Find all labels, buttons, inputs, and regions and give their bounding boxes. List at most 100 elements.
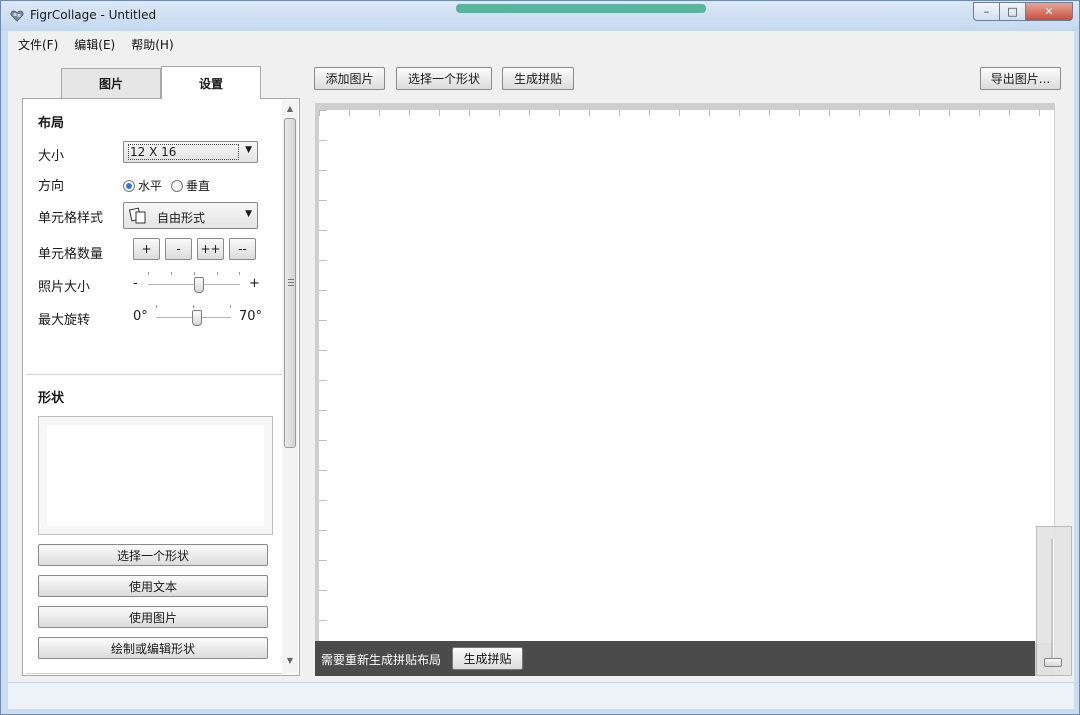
radio-unselected-icon [171,179,183,192]
select-shape-button[interactable]: 选择一个形状 [38,544,268,566]
menu-edit[interactable]: 编辑(E) [64,36,121,53]
chevron-down-icon: ▼ [245,145,252,155]
ruler-tick [319,590,327,591]
photo-size-label: 照片大小 [38,280,91,295]
slider-tick [217,272,218,275]
cell-count-increase-more-button[interactable]: ++ [197,238,224,260]
shape-preview-canvas [47,425,264,526]
cell-style-value: 自由形式 [157,211,206,225]
settings-panel: 布局 大小 12 X 16 ▼ 方向 水平 垂直 单元格样式 自由形式 ▼ 单元… [22,98,300,676]
orientation-vertical[interactable]: 垂直 [171,177,210,194]
scroll-down-icon[interactable]: ▼ [282,652,298,668]
status-bar [8,682,1074,709]
max-rotation-label: 最大旋转 [38,313,91,328]
panel-scrollbar[interactable]: ▲ ▼ [282,100,298,674]
ruler-tick [919,110,920,116]
window-controls: – □ ✕ [973,2,1073,21]
ruler-tick [799,110,800,116]
ruler-tick [649,110,650,116]
size-value: 12 X 16 [128,144,240,160]
cell-count-decrease-more-button[interactable]: -- [229,238,256,260]
ruler-tick [319,350,327,351]
ruler-tick [319,560,327,561]
cell-style-label: 单元格样式 [38,211,104,226]
window-title: FigrCollage - Untitled [30,8,157,22]
ruler-tick [469,110,470,116]
ruler-tick [409,110,410,116]
ruler-tick [319,260,327,261]
close-button[interactable]: ✕ [1026,2,1073,21]
draw-edit-shape-button[interactable]: 绘制或编辑形状 [38,637,268,659]
section-divider [26,673,282,674]
slider-tick [239,272,240,275]
ruler-tick [769,110,770,116]
rebuild-notice-bar: 需要重新生成拼贴布局 生成拼贴 [315,641,1035,676]
ruler-tick [319,410,327,411]
use-text-button[interactable]: 使用文本 [38,575,268,597]
ruler-tick [319,620,327,621]
maximize-button[interactable]: □ [1000,2,1026,21]
freeform-cells-icon [129,207,146,224]
menu-bar: 文件(F) 编辑(E) 帮助(H) [8,31,1074,57]
use-image-button[interactable]: 使用图片 [38,606,268,628]
ruler-tick [499,110,500,116]
ruler-tick [859,110,860,116]
ruler-tick [319,140,327,141]
size-select[interactable]: 12 X 16 ▼ [123,141,258,163]
max-rotation-min: 0° [133,309,148,324]
app-window: FigrCollage - Untitled – □ ✕ 文件(F) 编辑(E)… [0,0,1080,715]
scrollbar-thumb[interactable] [284,118,296,448]
zoom-slider-thumb[interactable] [1044,658,1062,667]
orientation-horizontal-label: 水平 [138,179,163,193]
add-photos-button[interactable]: 添加图片 [314,67,385,90]
ruler-tick [619,110,620,116]
cell-count-decrease-button[interactable]: - [165,238,192,260]
photo-size-slider-thumb[interactable] [193,277,204,293]
max-rotation-max: 70° [239,309,263,324]
ruler-tick [319,380,327,381]
tab-photos[interactable]: 图片 [61,68,161,98]
section-title-layout: 布局 [38,116,65,131]
slider-tick [156,305,157,308]
select-shape-toolbar-button[interactable]: 选择一个形状 [396,67,492,90]
orientation-vertical-label: 垂直 [186,179,211,193]
size-label: 大小 [38,149,65,164]
ruler-tick [319,530,327,531]
title-bar-glow [456,4,706,13]
ruler-tick [319,170,327,171]
menu-help[interactable]: 帮助(H) [121,36,179,53]
max-rotation-slider-thumb[interactable] [192,310,203,326]
ruler-tick [589,110,590,116]
orientation-horizontal[interactable]: 水平 [123,177,162,194]
app-heart-icon [10,10,24,22]
ruler-tick [439,110,440,116]
zoom-slider[interactable] [1051,539,1054,664]
ruler-tick [979,110,980,116]
slider-tick [171,272,172,275]
ruler-tick [949,110,950,116]
ruler-tick [379,110,380,116]
collage-canvas-area: 需要重新生成拼贴布局 生成拼贴 [315,103,1055,676]
ruler-tick [1009,110,1010,116]
rebuild-collage-button[interactable]: 生成拼贴 [452,647,523,670]
cell-count-label: 单元格数量 [38,247,104,262]
cell-count-increase-button[interactable]: + [133,238,160,260]
build-collage-button[interactable]: 生成拼贴 [502,67,574,90]
minimize-button[interactable]: – [973,2,1000,21]
menu-file[interactable]: 文件(F) [8,36,64,53]
radio-selected-icon [123,179,135,192]
client-area: 文件(F) 编辑(E) 帮助(H) 图片 设置 布局 大小 12 X 16 ▼ … [8,31,1074,709]
ruler-tick [319,200,327,201]
photo-size-min: - [133,276,138,291]
ruler-tick [709,110,710,116]
ruler-tick [319,320,327,321]
ruler-tick [529,110,530,116]
collage-canvas[interactable] [319,110,1054,643]
export-image-button[interactable]: 导出图片... [980,67,1061,90]
section-title-shape: 形状 [38,391,65,406]
tab-settings[interactable]: 设置 [161,66,261,99]
scroll-up-icon[interactable]: ▲ [282,100,298,116]
title-bar[interactable]: FigrCollage - Untitled – □ ✕ [1,1,1079,31]
cell-style-select[interactable]: 自由形式 ▼ [123,202,258,229]
ruler-tick [1039,110,1040,116]
